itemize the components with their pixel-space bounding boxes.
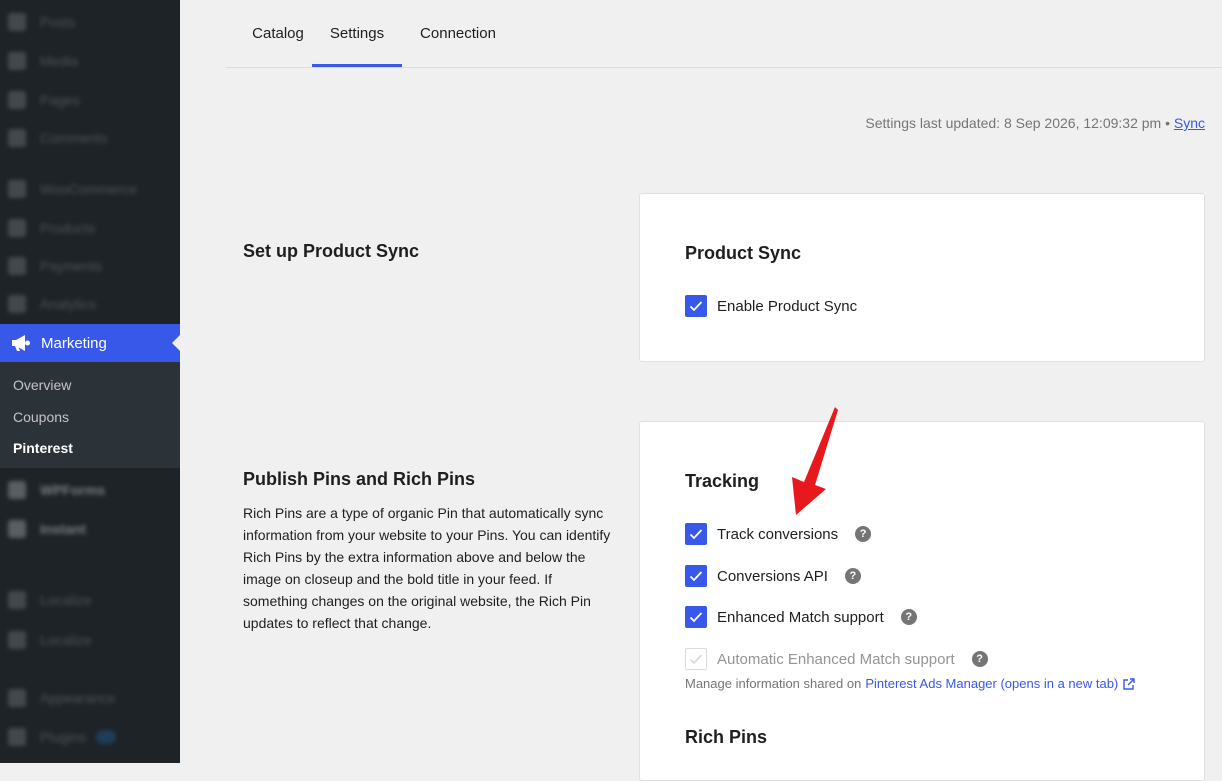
media-icon (8, 52, 26, 70)
appearance-icon (8, 689, 26, 707)
localize-icon (8, 591, 26, 609)
submenu-item-overview[interactable]: Overview (13, 377, 71, 393)
sidebar-item-instant[interactable]: Instant (8, 519, 86, 539)
sidebar-item-analytics[interactable]: Analytics (8, 294, 96, 314)
section-title-publish-pins: Publish Pins and Rich Pins (243, 469, 476, 489)
help-icon[interactable]: ? (971, 651, 988, 667)
wpforms-icon (8, 481, 26, 499)
analytics-icon (8, 295, 26, 313)
card-title-product-sync: Product Sync (685, 243, 802, 263)
sidebar-item-woocommerce[interactable]: WooCommerce (8, 179, 137, 199)
pinterest-ads-manager-link-label: Pinterest Ads Manager (opens in a new ta… (865, 676, 1119, 691)
manage-info-text: Manage information shared on Pinterest A… (685, 676, 1136, 691)
marketing-submenu: Overview Coupons Pinterest (0, 362, 180, 468)
woocommerce-icon (8, 180, 26, 198)
annotation-arrow-icon (792, 407, 838, 515)
tab-catalog[interactable]: Catalog (243, 0, 313, 67)
comments-icon (8, 129, 26, 147)
conversions-api-label: Conversions API (717, 567, 828, 585)
enable-product-sync-label: Enable Product Sync (717, 297, 858, 315)
sidebar-item-label: Marketing (41, 334, 107, 352)
help-icon[interactable]: ? (855, 526, 872, 542)
help-icon[interactable]: ? (900, 609, 917, 625)
tab-connection[interactable]: Connection (412, 0, 504, 67)
checkmark-icon (689, 612, 703, 623)
instant-icon (8, 520, 26, 538)
manage-info-label: Manage information shared on (685, 676, 862, 691)
checkmark-icon (689, 571, 703, 582)
product-sync-card: Product Sync Enable Product Sync (639, 193, 1205, 362)
sidebar-item-marketing[interactable]: Marketing (0, 324, 180, 362)
checkmark-icon (689, 301, 703, 312)
sidebar-item-plugins[interactable]: Plugins (8, 727, 116, 747)
sidebar-item-pages[interactable]: Pages (8, 90, 80, 110)
payments-icon (8, 257, 26, 275)
external-link-icon (1123, 677, 1135, 690)
sidebar-item-comments[interactable]: Comments (8, 128, 108, 148)
card-title-rich-pins: Rich Pins (685, 727, 768, 747)
enhanced-match-label: Enhanced Match support (717, 608, 884, 626)
enhanced-match-row: Enhanced Match support ? (685, 605, 917, 629)
admin-sidebar: Posts Media Pages Comments WooCommerce P… (0, 0, 180, 763)
track-conversions-row: Track conversions ? (685, 522, 872, 546)
sidebar-item-products[interactable]: Products (8, 218, 95, 238)
products-icon (8, 219, 26, 237)
checkmark-icon (689, 654, 703, 665)
conversions-api-row: Conversions API ? (685, 564, 861, 588)
pinterest-ads-manager-link[interactable]: Pinterest Ads Manager (opens in a new ta… (865, 676, 1136, 691)
tracking-card: Tracking Track conversions ? Conversions… (639, 421, 1205, 781)
sidebar-item-wpforms[interactable]: WPForms (8, 480, 105, 500)
track-conversions-checkbox[interactable] (685, 523, 707, 545)
sync-link[interactable]: Sync (1174, 115, 1205, 131)
submenu-item-pinterest[interactable]: Pinterest (13, 440, 73, 456)
localize-icon (8, 631, 26, 649)
automatic-enhanced-match-row: Automatic Enhanced Match support ? (685, 647, 988, 671)
section-title-product-sync: Set up Product Sync (243, 241, 420, 261)
sidebar-item-payments[interactable]: Payments (8, 256, 102, 276)
current-menu-pointer (172, 335, 180, 351)
enable-product-sync-checkbox[interactable] (685, 295, 707, 317)
enhanced-match-checkbox[interactable] (685, 606, 707, 628)
settings-last-updated: Settings last updated: 8 Sep 2026, 12:09… (865, 115, 1205, 131)
sidebar-item-localize-2[interactable]: Localize (8, 630, 91, 650)
automatic-enhanced-match-label: Automatic Enhanced Match support (717, 650, 955, 668)
update-count-badge (95, 730, 116, 744)
sidebar-item-posts[interactable]: Posts (8, 12, 75, 32)
track-conversions-label: Track conversions (717, 525, 839, 543)
settings-tabs: Catalog Settings Connection (226, 0, 1222, 68)
last-updated-text: Settings last updated: 8 Sep 2026, 12:09… (865, 115, 1170, 131)
pages-icon (8, 91, 26, 109)
sidebar-item-localize[interactable]: Localize (8, 590, 91, 610)
tab-settings[interactable]: Settings (312, 0, 402, 67)
section-description: Rich Pins are a type of organic Pin that… (243, 505, 611, 631)
sidebar-item-media[interactable]: Media (8, 51, 78, 71)
conversions-api-checkbox[interactable] (685, 565, 707, 587)
enable-product-sync-row: Enable Product Sync (685, 294, 857, 318)
help-icon[interactable]: ? (844, 568, 861, 584)
posts-icon (8, 13, 26, 31)
card-title-tracking: Tracking (685, 471, 760, 491)
plugins-icon (8, 728, 26, 746)
submenu-item-coupons[interactable]: Coupons (13, 409, 69, 425)
automatic-enhanced-match-checkbox (685, 648, 707, 670)
sidebar-item-appearance[interactable]: Appearance (8, 688, 116, 708)
megaphone-icon (10, 332, 32, 354)
checkmark-icon (689, 529, 703, 540)
